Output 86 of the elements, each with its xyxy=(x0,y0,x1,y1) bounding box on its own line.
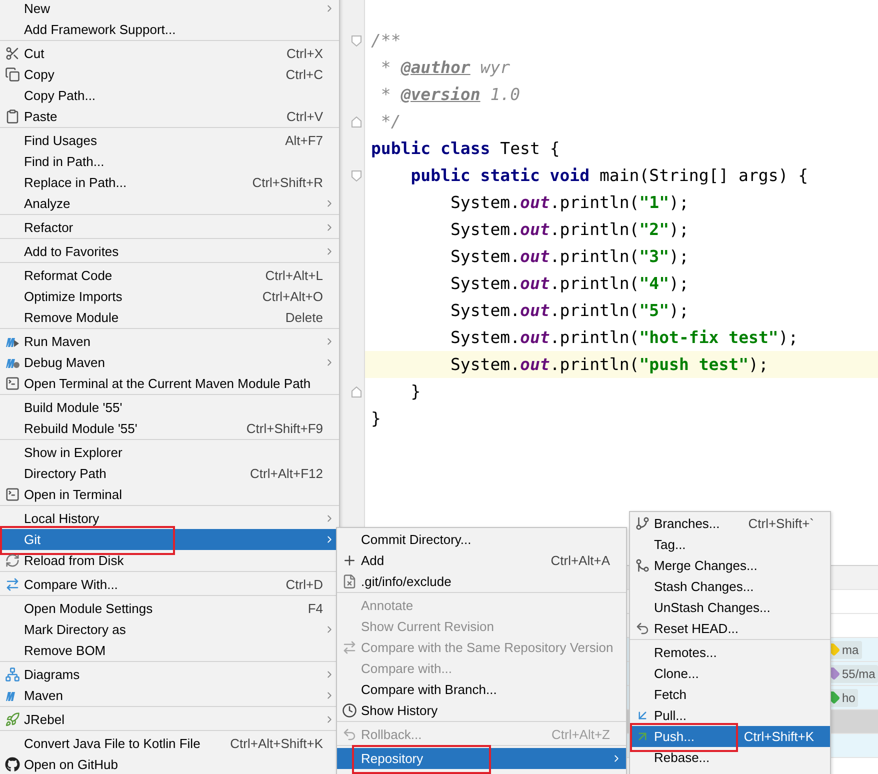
menu-item[interactable]: Refactor xyxy=(0,217,339,238)
rocket-icon xyxy=(5,712,20,727)
code-line: /** xyxy=(370,30,402,52)
code-line: * @version 1.0 xyxy=(380,84,522,106)
clipboard-icon xyxy=(5,109,20,124)
fold-marker-icon[interactable] xyxy=(351,34,362,46)
menu-item[interactable]: Commit Directory... xyxy=(337,529,626,550)
menu-item[interactable]: Convert Java File to Kotlin File Ctrl+Alt+Shift+K xyxy=(0,733,339,754)
menu-item[interactable]: Open Terminal at the Current Maven Module Path xyxy=(0,373,339,394)
code-line: System.out.println("3"); xyxy=(449,246,690,268)
menu-item[interactable]: Git xyxy=(0,529,339,550)
code-line: public static void main(String[] args) { xyxy=(410,165,810,187)
menu-item[interactable]: Paste Ctrl+V xyxy=(0,106,339,127)
code-line: System.out.println("5"); xyxy=(449,300,690,322)
fold-marker-icon[interactable] xyxy=(351,386,362,398)
menu-item[interactable]: Merge Changes... xyxy=(630,555,830,576)
menu-item[interactable]: Open Module Settings F4 xyxy=(0,598,339,619)
menu-item[interactable]: Directory Path Ctrl+Alt+F12 xyxy=(0,463,339,484)
menu-item[interactable]: Open on GitHub xyxy=(0,754,339,774)
code-line: System.out.println("4"); xyxy=(449,273,690,295)
code-line: } xyxy=(410,381,422,403)
code-line: System.out.println("2"); xyxy=(449,219,690,241)
file-icon xyxy=(342,574,357,589)
menu-item[interactable]: Add Ctrl+Alt+A xyxy=(337,550,626,571)
merge-icon xyxy=(635,558,650,573)
menu-item[interactable]: Pull... xyxy=(630,705,830,726)
menu-item[interactable]: Find in Path... xyxy=(0,151,339,172)
fold-marker-icon[interactable] xyxy=(351,170,362,182)
menu-item[interactable]: UnStash Changes... xyxy=(630,597,830,618)
refresh-icon xyxy=(5,553,20,568)
menu-item[interactable]: Repository xyxy=(337,748,626,769)
code-line: */ xyxy=(380,111,402,133)
fold-marker-icon[interactable] xyxy=(351,116,362,128)
code-line: System.out.println("1"); xyxy=(449,192,690,214)
menu-item[interactable]: Rebuild Module '55' Ctrl+Shift+F9 xyxy=(0,418,339,439)
terminal-icon xyxy=(5,487,20,502)
terminal-icon xyxy=(5,376,20,391)
menu-item[interactable]: Tag... xyxy=(630,534,830,555)
github-icon xyxy=(5,757,20,772)
menu-item[interactable]: Compare With... Ctrl+D xyxy=(0,574,339,595)
code-line: System.out.println("hot-fix test"); xyxy=(449,327,800,349)
plus-icon xyxy=(342,553,357,568)
menu-item[interactable]: Add Framework Support... xyxy=(0,19,339,40)
menu-item[interactable]: Cut Ctrl+X xyxy=(0,43,339,64)
menu-item[interactable]: Remove BOM xyxy=(0,640,339,661)
menu-item[interactable]: Debug Maven xyxy=(0,352,339,373)
menu-item[interactable]: Add to Favorites xyxy=(0,241,339,262)
menu-item[interactable]: Build Module '55' xyxy=(0,397,339,418)
menu-item[interactable]: JRebel xyxy=(0,709,339,730)
menu-item[interactable]: Compare with Branch... xyxy=(337,679,626,700)
menu-item[interactable]: Show in Explorer xyxy=(0,442,339,463)
menu-item[interactable]: Stash Changes... xyxy=(630,576,830,597)
menu-item[interactable]: Maven xyxy=(0,685,339,706)
menu-item[interactable]: Mark Directory as xyxy=(0,619,339,640)
menu-item[interactable]: New xyxy=(0,0,339,19)
menu-item[interactable]: Optimize Imports Ctrl+Alt+O xyxy=(0,286,339,307)
diagram-icon xyxy=(5,667,20,682)
menu-item[interactable]: Replace in Path... Ctrl+Shift+R xyxy=(0,172,339,193)
menu-item[interactable]: Push... Ctrl+Shift+K xyxy=(630,726,830,747)
menu-item[interactable]: Reset HEAD... xyxy=(630,618,830,639)
scissors-icon xyxy=(5,46,20,61)
compare-arrows-icon xyxy=(5,577,20,592)
menu-item[interactable]: Copy Ctrl+C xyxy=(0,64,339,85)
menu-item[interactable]: Branches... Ctrl+Shift+` xyxy=(630,513,830,534)
code-line: * @author wyr xyxy=(380,57,512,79)
menu-item[interactable]: Local History xyxy=(0,508,339,529)
menu-item[interactable]: Analyze xyxy=(0,193,339,214)
menu-item[interactable]: Reformat Code Ctrl+Alt+L xyxy=(0,265,339,286)
menu-item[interactable]: Find Usages Alt+F7 xyxy=(0,130,339,151)
menu-item[interactable]: Open in Terminal xyxy=(0,484,339,505)
branch-icon xyxy=(635,516,650,531)
menu-item[interactable]: Reload from Disk xyxy=(0,550,339,571)
compare-arrows-icon xyxy=(342,640,357,655)
clock-icon xyxy=(342,703,357,718)
menu-item[interactable]: Diagrams xyxy=(0,664,339,685)
code-line: } xyxy=(370,408,382,430)
menu-item[interactable]: Remove Module Delete xyxy=(0,307,339,328)
code-line: public class Test { xyxy=(370,138,561,160)
undo-arrow-icon xyxy=(635,621,650,636)
menu-item[interactable]: Run Maven xyxy=(0,331,339,352)
menu-item[interactable]: Rebase... xyxy=(630,747,830,768)
menu-item[interactable]: .git/info/exclude xyxy=(337,571,626,592)
menu-item[interactable]: Show History xyxy=(337,700,626,721)
copy-icon xyxy=(5,67,20,82)
menu-item[interactable]: Copy Path... xyxy=(0,85,339,106)
undo-arrow-icon xyxy=(342,727,357,742)
